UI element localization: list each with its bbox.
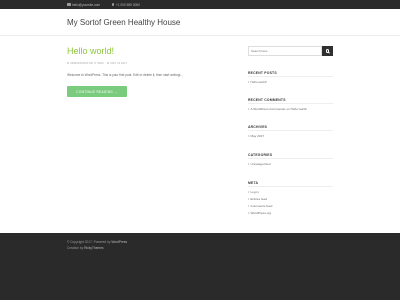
- caret-right-icon: [248, 81, 249, 83]
- footer-copyright: © Copyright 2017. Powered by WordPress: [67, 240, 127, 244]
- recent-comments-title: RECENT COMMENTS: [248, 98, 286, 102]
- meta-link-login-text: Log in: [250, 190, 259, 194]
- meta-link-wordpress-org-text: WordPress.org: [250, 211, 272, 215]
- caret-right-icon: [248, 191, 249, 193]
- meta-link-entries-feed-text: Entries feed: [250, 197, 268, 201]
- archive-link-text: May 2017: [250, 134, 265, 138]
- meta-link-entries-feed[interactable]: Entries feed: [248, 197, 267, 201]
- widget-divider: [248, 76, 333, 77]
- footer-credit-text: Creation by: [67, 246, 84, 250]
- widget-divider: [248, 158, 333, 159]
- meta-link-login[interactable]: Log in: [248, 190, 259, 194]
- user-icon: [67, 62, 69, 65]
- recent-comment-link-text: A WordPress Commenter on Hello world!: [250, 107, 307, 111]
- post-date: MAY 31 2017: [107, 61, 127, 65]
- post-excerpt: Welcome to WordPress. This is your first…: [67, 73, 184, 77]
- recent-comment-link[interactable]: A WordPress Commenter on Hello world!: [248, 107, 307, 111]
- footer-copyright-text: © Copyright 2017. Powered by: [67, 240, 111, 244]
- caret-right-icon: [248, 198, 249, 200]
- meta-link-comments-feed[interactable]: Comments feed: [248, 204, 272, 208]
- post-author[interactable]: ADMINISTRATOR, 0 ITEM: [67, 61, 103, 65]
- caret-right-icon: [248, 135, 249, 137]
- widget-divider: [248, 103, 333, 104]
- site-header: My Sortof Green Healthy House: [0, 9, 400, 35]
- header-divider: [0, 35, 400, 36]
- widget-divider: [248, 186, 333, 187]
- archives-title: ARCHIVES: [248, 125, 268, 129]
- phone-icon: [112, 3, 115, 6]
- meta-link-comments-feed-text: Comments feed: [250, 204, 273, 208]
- search-button[interactable]: [322, 46, 333, 56]
- site-footer: © Copyright 2017. Powered by WordPress C…: [0, 233, 400, 300]
- post-meta: ADMINISTRATOR, 0 ITEM MAY 31 2017: [67, 61, 127, 65]
- site-title[interactable]: My Sortof Green Healthy House: [67, 18, 180, 27]
- topbar-phone-text: +1 000 555 0000: [115, 2, 140, 7]
- continue-reading-button[interactable]: CONTINUE READING →: [67, 86, 127, 97]
- caret-right-icon: [248, 163, 249, 165]
- caret-right-icon: [248, 108, 249, 110]
- post-author-text: ADMINISTRATOR, 0 ITEM: [70, 61, 104, 65]
- category-link[interactable]: Uncategorized: [248, 162, 270, 166]
- footer-wordpress-link[interactable]: WordPress: [111, 240, 127, 244]
- caret-right-icon: [248, 205, 249, 207]
- recent-posts-title: RECENT POSTS: [248, 71, 277, 75]
- recent-post-link-text: Hello world!: [250, 80, 267, 84]
- meta-title: META: [248, 181, 259, 185]
- envelope-icon: [67, 3, 71, 6]
- categories-title: CATEGORIES: [248, 153, 273, 157]
- footer-credit: Creation by RickyThemes: [67, 246, 104, 250]
- search-icon: [325, 49, 330, 53]
- topbar-email-text: hello@yoursite.com: [72, 2, 101, 7]
- post-date-text: MAY 31 2017: [110, 61, 128, 65]
- widget-divider: [248, 130, 333, 131]
- archive-link[interactable]: May 2017: [248, 134, 264, 138]
- top-bar: hello@yoursite.com +1 000 555 0000: [0, 0, 400, 9]
- topbar-email[interactable]: hello@yoursite.com: [67, 3, 100, 7]
- caret-right-icon: [248, 212, 249, 214]
- post-title[interactable]: Hello world!: [67, 46, 114, 56]
- recent-post-link[interactable]: Hello world!: [248, 80, 267, 84]
- topbar-phone[interactable]: +1 000 555 0000: [112, 3, 140, 7]
- search-input[interactable]: [248, 46, 322, 56]
- meta-link-wordpress-org[interactable]: WordPress.org: [248, 211, 271, 215]
- footer-theme-link[interactable]: RickyThemes: [84, 246, 103, 250]
- category-link-text: Uncategorized: [250, 162, 271, 166]
